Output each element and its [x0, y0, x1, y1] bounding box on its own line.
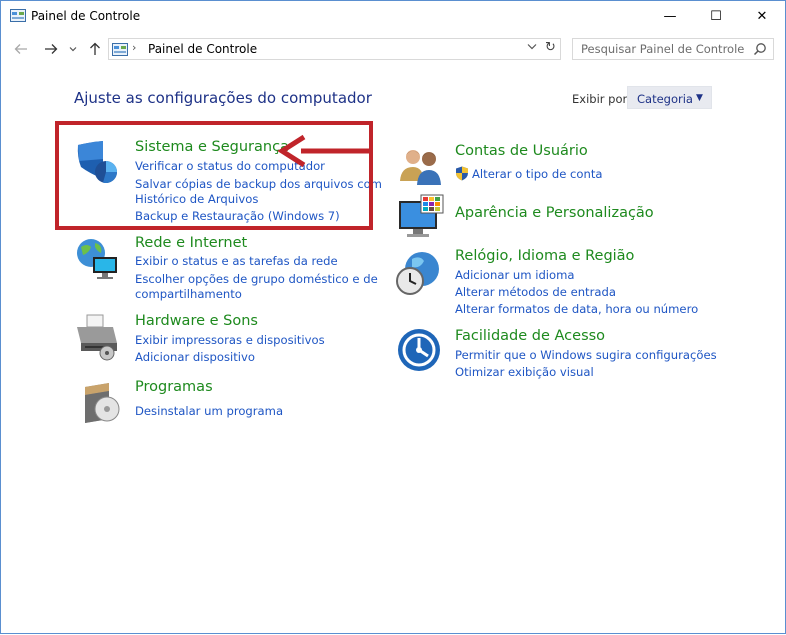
link-homegroup-options[interactable]: Escolher opções de grupo doméstico e de — [135, 272, 378, 286]
category-title-programs[interactable]: Programas — [135, 379, 213, 395]
maximize-button[interactable]: ☐ — [693, 1, 739, 32]
control-panel-icon — [112, 43, 128, 56]
navigation-bar: › Painel de Controle ↻ — [1, 33, 785, 65]
category-title-network-internet[interactable]: Rede e Internet — [135, 235, 247, 251]
printer-icon[interactable] — [73, 313, 121, 361]
arrow-left-icon — [14, 44, 27, 54]
category-title-user-accounts[interactable]: Contas de Usuário — [455, 143, 588, 159]
forward-button[interactable] — [41, 39, 61, 59]
search-input[interactable] — [573, 39, 757, 59]
uac-shield-icon — [456, 166, 468, 181]
link-input-methods[interactable]: Alterar métodos de entrada — [455, 285, 616, 299]
programs-disc-icon[interactable] — [79, 379, 127, 427]
view-by-label: Exibir por: — [572, 92, 631, 106]
category-title-hardware-sound[interactable]: Hardware e Sons — [135, 313, 258, 329]
breadcrumb[interactable]: Painel de Controle — [148, 42, 257, 56]
refresh-icon[interactable]: ↻ — [545, 40, 556, 55]
category-title-ease-of-access[interactable]: Facilidade de Acesso — [455, 328, 605, 344]
dropdown-caret-icon: ▼ — [696, 93, 703, 103]
link-optimize-visual-display[interactable]: Otimizar exibição visual — [455, 365, 594, 379]
search-box[interactable] — [572, 38, 774, 60]
link-devices-printers[interactable]: Exibir impressoras e dispositivos — [135, 333, 325, 347]
link-add-language[interactable]: Adicionar um idioma — [455, 268, 575, 282]
view-by-value: Categoria — [637, 92, 693, 106]
annotation-highlight-box — [55, 121, 373, 230]
category-title-clock-region[interactable]: Relógio, Idioma e Região — [455, 248, 634, 264]
control-panel-window: Painel de Controle — ☐ ✕ › Painel de Con… — [0, 0, 786, 634]
close-button[interactable]: ✕ — [739, 1, 785, 32]
arrow-up-icon — [90, 42, 100, 55]
address-bar[interactable]: › Painel de Controle ↻ — [108, 38, 561, 60]
link-sharing[interactable]: compartilhamento — [135, 287, 242, 301]
link-date-formats[interactable]: Alterar formatos de data, hora ou número — [455, 302, 698, 316]
network-globe-icon[interactable] — [73, 235, 121, 283]
control-panel-icon — [10, 9, 26, 22]
view-by-dropdown[interactable]: Categoria ▼ — [627, 86, 712, 109]
back-button[interactable] — [11, 39, 31, 59]
users-icon[interactable] — [397, 143, 445, 191]
ease-of-access-icon[interactable] — [397, 328, 445, 376]
breadcrumb-separator-icon[interactable]: › — [132, 41, 136, 54]
window-title: Painel de Controle — [31, 9, 141, 23]
minimize-button[interactable]: — — [647, 1, 693, 32]
category-title-appearance[interactable]: Aparência e Personalização — [455, 205, 654, 221]
up-button[interactable] — [85, 39, 105, 59]
link-uninstall-program[interactable]: Desinstalar um programa — [135, 404, 283, 418]
recent-locations-button[interactable] — [67, 39, 79, 59]
link-network-status[interactable]: Exibir o status e as tarefas da rede — [135, 254, 338, 268]
page-title: Ajuste as configurações do computador — [74, 89, 372, 107]
title-bar: Painel de Controle — ☐ ✕ — [1, 1, 785, 32]
arrow-right-icon — [45, 44, 58, 54]
monitor-palette-icon[interactable] — [397, 193, 445, 241]
link-change-account-type[interactable]: Alterar o tipo de conta — [472, 167, 602, 181]
search-icon[interactable] — [753, 42, 767, 56]
link-add-device[interactable]: Adicionar dispositivo — [135, 350, 255, 364]
chevron-down-icon — [69, 47, 77, 52]
address-dropdown-icon[interactable] — [527, 42, 537, 53]
clock-globe-icon[interactable] — [394, 249, 442, 297]
link-windows-suggest-settings[interactable]: Permitir que o Windows sugira configuraç… — [455, 348, 717, 362]
